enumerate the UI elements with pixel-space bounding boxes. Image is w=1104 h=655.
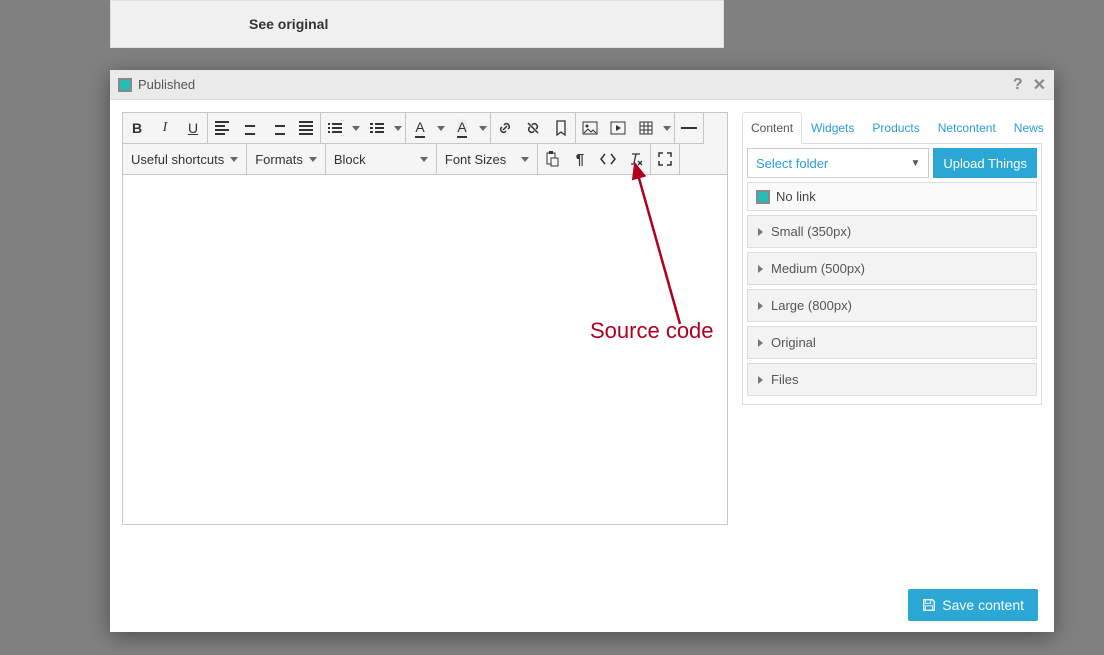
text-color-button[interactable]: A: [406, 113, 434, 143]
chevron-down-icon: ▼: [911, 158, 921, 169]
text-color-caret[interactable]: [434, 113, 448, 143]
editor-toolbar: B I U: [122, 112, 728, 175]
tab-news[interactable]: News: [1005, 112, 1053, 144]
accordion-medium[interactable]: Medium (500px): [747, 252, 1037, 285]
caret-right-icon: [758, 265, 763, 273]
tab-content[interactable]: Content: [742, 112, 802, 144]
bullet-list-button[interactable]: [321, 113, 349, 143]
caret-right-icon: [758, 339, 763, 347]
published-label: Published: [138, 77, 195, 92]
caret-right-icon: [758, 376, 763, 384]
modal-body: B I U: [110, 100, 1054, 578]
paste-button[interactable]: [538, 144, 566, 174]
upload-things-button[interactable]: Upload Things: [933, 148, 1037, 178]
tab-netcontent[interactable]: Netcontent: [929, 112, 1005, 144]
content-panel: Select folder ▼ Upload Things No link Sm…: [742, 144, 1042, 405]
modal-header: Published ? ✕: [110, 70, 1054, 100]
paragraph-button[interactable]: ¶: [566, 144, 594, 174]
caret-right-icon: [758, 228, 763, 236]
accordion-small[interactable]: Small (350px): [747, 215, 1037, 248]
accordion-original[interactable]: Original: [747, 326, 1037, 359]
align-left-button[interactable]: [208, 113, 236, 143]
block-select[interactable]: Block: [326, 144, 436, 174]
bold-button[interactable]: B: [123, 113, 151, 143]
media-button[interactable]: [604, 113, 632, 143]
image-button[interactable]: [576, 113, 604, 143]
tab-products[interactable]: Products: [863, 112, 928, 144]
underline-button[interactable]: U: [179, 113, 207, 143]
align-center-button[interactable]: [236, 113, 264, 143]
side-panel: Content Widgets Products Netcontent News…: [742, 112, 1042, 566]
accordion-files[interactable]: Files: [747, 363, 1037, 396]
help-icon[interactable]: ?: [1013, 76, 1023, 94]
accordion-large[interactable]: Large (800px): [747, 289, 1037, 322]
no-link-row[interactable]: No link: [747, 182, 1037, 211]
editor-content-area[interactable]: [122, 175, 728, 525]
formats-select[interactable]: Formats: [247, 144, 325, 174]
editor-column: B I U: [122, 112, 728, 566]
fullscreen-button[interactable]: [651, 144, 679, 174]
background-card: See original: [110, 0, 724, 48]
horizontal-rule-button[interactable]: [675, 113, 703, 143]
numbered-list-button[interactable]: [363, 113, 391, 143]
bg-color-button[interactable]: A: [448, 113, 476, 143]
published-status-icon: [118, 78, 132, 92]
save-icon: [922, 598, 936, 612]
caret-right-icon: [758, 302, 763, 310]
table-button[interactable]: [632, 113, 660, 143]
useful-shortcuts-select[interactable]: Useful shortcuts: [123, 144, 246, 174]
link-button[interactable]: [491, 113, 519, 143]
unlink-button[interactable]: [519, 113, 547, 143]
table-caret[interactable]: [660, 113, 674, 143]
close-icon[interactable]: ✕: [1033, 75, 1046, 95]
tab-widgets[interactable]: Widgets: [802, 112, 863, 144]
side-tabs: Content Widgets Products Netcontent News: [742, 112, 1042, 144]
align-right-button[interactable]: [264, 113, 292, 143]
numbered-list-caret[interactable]: [391, 113, 405, 143]
see-original-link[interactable]: See original: [249, 16, 328, 32]
source-code-button[interactable]: [594, 144, 622, 174]
modal-footer: Save content: [110, 578, 1054, 632]
clear-formatting-button[interactable]: [622, 144, 650, 174]
bg-color-caret[interactable]: [476, 113, 490, 143]
select-folder-dropdown[interactable]: Select folder ▼: [747, 148, 929, 178]
bullet-list-caret[interactable]: [349, 113, 363, 143]
editor-modal: Published ? ✕ B I U: [110, 70, 1054, 632]
save-content-button[interactable]: Save content: [908, 589, 1038, 621]
italic-button[interactable]: I: [151, 113, 179, 143]
align-justify-button[interactable]: [292, 113, 320, 143]
font-sizes-select[interactable]: Font Sizes: [437, 144, 537, 174]
bookmark-button[interactable]: [547, 113, 575, 143]
no-link-icon: [756, 190, 770, 204]
